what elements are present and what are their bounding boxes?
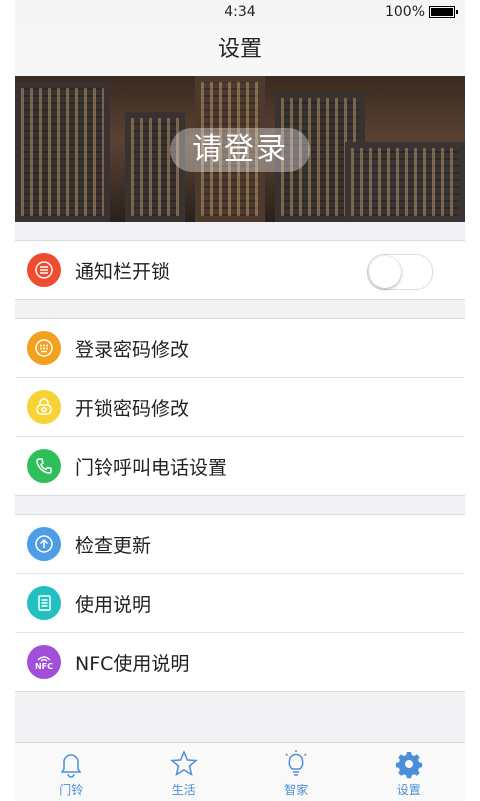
- banner-building: [15, 82, 110, 222]
- nfc-guide-label: NFC使用说明: [75, 652, 190, 675]
- login-password-row[interactable]: 登录密码修改: [15, 319, 465, 378]
- list-icon: [27, 253, 61, 287]
- phone-screen: 4:34 100% 设置 请登录 通知栏开锁 登录密码修改 开锁密码修改 门铃呼…: [0, 0, 480, 801]
- doorbell-call-row[interactable]: 门铃呼叫电话设置: [15, 437, 465, 495]
- toggle-knob: [369, 256, 401, 288]
- check-update-row[interactable]: 检查更新: [15, 515, 465, 574]
- bell-icon: [60, 754, 82, 778]
- phone-icon-glyph: [36, 458, 52, 474]
- phone-icon: [27, 449, 61, 483]
- battery-percent: 100%: [384, 4, 425, 20]
- gear-icon: [395, 752, 422, 779]
- info-group: 检查更新 使用说明 NFC NFC使用说明: [15, 514, 465, 692]
- tab-settings-label: 设置: [396, 783, 421, 797]
- wifi-arc-icon: [37, 655, 51, 661]
- upload-arrow-icon: [27, 527, 61, 561]
- login-button[interactable]: 请登录: [170, 128, 310, 172]
- bottom-tab-bar: 门铃 生活 智家 设置: [15, 742, 465, 801]
- nfc-icon-text: NFC: [34, 661, 54, 671]
- keypad-icon-glyph: [35, 339, 53, 357]
- document-icon-glyph: [38, 595, 51, 611]
- document-icon: [27, 586, 61, 620]
- upload-arrow-icon-glyph: [35, 535, 53, 553]
- doorbell-call-label: 门铃呼叫电话设置: [75, 456, 228, 479]
- lock-icon: [27, 390, 61, 424]
- keypad-icon: [27, 331, 61, 365]
- list-icon-glyph: [35, 261, 53, 279]
- unlock-password-label: 开锁密码修改: [75, 397, 190, 420]
- nfc-guide-row[interactable]: NFC NFC使用说明: [15, 633, 465, 691]
- settings-screen: 4:34 100% 设置 请登录 通知栏开锁 登录密码修改 开锁密码修改 门铃呼…: [15, 0, 465, 742]
- notification-unlock-toggle[interactable]: [367, 254, 433, 290]
- lock-icon-glyph: [36, 398, 52, 415]
- notification-group: 通知栏开锁: [15, 240, 465, 300]
- tab-doorbell[interactable]: 门铃: [15, 743, 128, 801]
- user-guide-row[interactable]: 使用说明: [15, 574, 465, 633]
- tab-smart-home[interactable]: 智家: [240, 743, 353, 801]
- banner-building: [345, 142, 465, 222]
- nfc-icon: NFC: [27, 645, 61, 679]
- banner-building: [125, 112, 185, 222]
- lightbulb-icon: [285, 750, 307, 776]
- login-password-label: 登录密码修改: [75, 338, 190, 361]
- user-guide-label: 使用说明: [75, 593, 152, 616]
- tab-life[interactable]: 生活: [128, 743, 241, 801]
- notification-unlock-row: 通知栏开锁: [15, 241, 465, 299]
- page-title: 设置: [217, 37, 262, 62]
- status-bar: 4:34 100%: [15, 0, 465, 24]
- battery-indicator: 100%: [384, 4, 458, 20]
- security-group: 登录密码修改 开锁密码修改 门铃呼叫电话设置: [15, 318, 465, 496]
- tab-doorbell-label: 门铃: [59, 783, 84, 797]
- title-bar: 设置: [15, 24, 465, 76]
- tab-life-label: 生活: [171, 783, 196, 797]
- notification-unlock-label: 通知栏开锁: [75, 260, 171, 283]
- tab-settings[interactable]: 设置: [353, 743, 466, 801]
- star-icon: [169, 750, 198, 777]
- unlock-password-row[interactable]: 开锁密码修改: [15, 378, 465, 437]
- tab-smart-home-label: 智家: [284, 783, 309, 797]
- battery-icon: [429, 6, 458, 18]
- login-banner: 请登录: [15, 76, 465, 222]
- check-update-label: 检查更新: [75, 534, 152, 557]
